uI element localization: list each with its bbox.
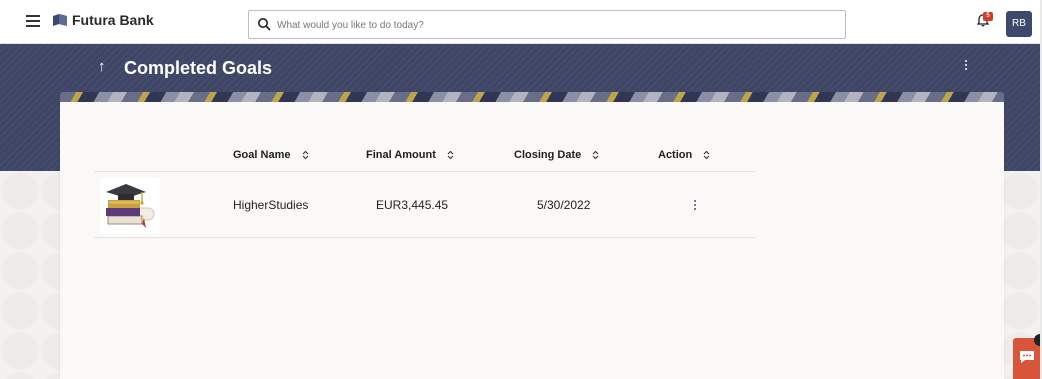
search-icon (258, 18, 271, 31)
graduation-books-icon (100, 178, 160, 234)
menu-icon[interactable] (26, 15, 40, 27)
brand-name[interactable]: Futura Bank (72, 12, 154, 28)
column-header-action[interactable]: Action (658, 149, 710, 161)
chat-icon[interactable] (1019, 350, 1035, 364)
back-arrow-icon[interactable]: ↑ (98, 58, 106, 75)
column-header-final-amount[interactable]: Final Amount (366, 149, 454, 161)
decorative-banner-strip (60, 92, 1004, 102)
avatar[interactable]: RB (1006, 11, 1032, 37)
sort-icon[interactable] (703, 150, 710, 160)
notification-badge: 5 (983, 12, 993, 21)
column-header-closing-date[interactable]: Closing Date (514, 149, 599, 161)
goal-name-cell[interactable]: HigherStudies (233, 198, 308, 212)
table-header: Goal Name Final Amount Closing Date Acti… (94, 140, 756, 172)
table-row[interactable]: HigherStudies EUR3,445.45 5/30/2022 (94, 172, 756, 238)
row-actions-icon[interactable] (691, 200, 699, 214)
final-amount-cell: EUR3,445.45 (376, 198, 449, 212)
column-header-goal-name[interactable]: Goal Name (233, 149, 309, 161)
page-title: Completed Goals (124, 58, 273, 78)
search-input[interactable] (277, 16, 837, 34)
top-bar: Futura Bank 5 RB (0, 0, 1042, 44)
closing-date-cell: 5/30/2022 (537, 198, 591, 212)
bank-logo-icon (53, 14, 67, 26)
sort-icon[interactable] (302, 150, 309, 160)
page-options-icon[interactable] (962, 60, 970, 74)
search-bar[interactable] (248, 10, 846, 39)
sort-icon[interactable] (447, 150, 454, 160)
sort-icon[interactable] (592, 150, 599, 160)
